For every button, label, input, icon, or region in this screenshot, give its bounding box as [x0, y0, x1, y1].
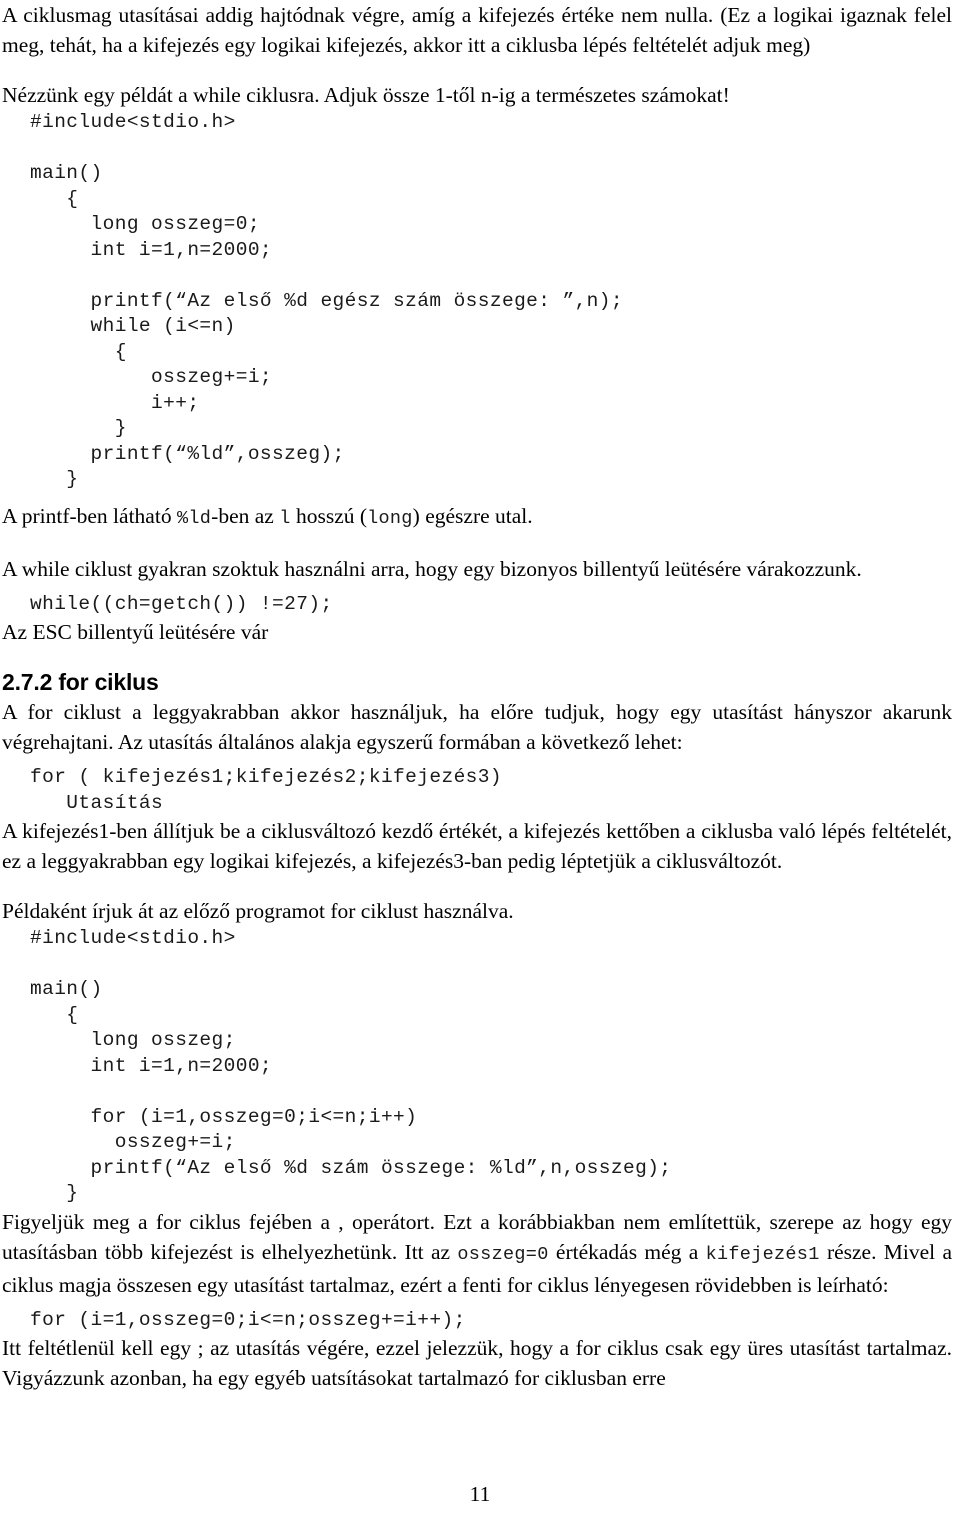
- document-page: A ciklusmag utasításai addig hajtódnak v…: [0, 0, 960, 1530]
- intro-paragraph: A ciklusmag utasításai addig hajtódnak v…: [2, 3, 952, 57]
- code-block-for-general-form: for ( kifejezés1;kifejezés2;kifejezés3) …: [30, 766, 502, 814]
- printf-note-text-4: ) egészre utal.: [412, 503, 533, 528]
- printf-note-text-3: hosszú (: [290, 503, 368, 528]
- code-block-for-short-form: for (i=1,osszeg=0;i<=n;osszeg+=i++);: [30, 1308, 466, 1331]
- code-block-while-example: #include<stdio.h> main() { long osszeg=0…: [30, 111, 623, 490]
- printf-note-text-2: -ben az: [211, 503, 280, 528]
- section-heading-272: 2.7.2 for ciklus: [2, 669, 159, 695]
- inline-code-long-type: long: [367, 507, 413, 529]
- printf-note-text-1: A printf-ben látható: [2, 503, 177, 528]
- inline-code-ld-format: %ld: [176, 507, 212, 529]
- for-explanation-paragraph: A kifejezés1-ben állítjuk be a ciklusvál…: [2, 819, 952, 873]
- comma-operator-text-2: értékadás még a: [548, 1239, 706, 1264]
- comma-operator-paragraph: Figyeljük meg a for ciklus fejében a , o…: [2, 1207, 952, 1300]
- printf-note-paragraph: A printf-ben látható %ld-ben az l hosszú…: [2, 501, 952, 534]
- code-block-getch-while: while((ch=getch()) !=27);: [30, 592, 333, 615]
- inline-code-kifejezes1: kifejezés1: [705, 1243, 820, 1265]
- for-intro-paragraph: A for ciklust a leggyakrabban akkor hasz…: [2, 700, 952, 754]
- example-lead-paragraph: Nézzünk egy példát a while ciklusra. Adj…: [2, 83, 730, 107]
- rewrite-lead-paragraph: Példaként írjuk át az előző programot fo…: [2, 899, 514, 923]
- inline-code-osszeg-assign: osszeg=0: [457, 1243, 549, 1265]
- closing-paragraph: Itt feltétlenül kell egy ; az utasítás v…: [2, 1336, 952, 1390]
- esc-note-paragraph: Az ESC billentyű leütésére vár: [2, 620, 269, 644]
- while-usage-paragraph: A while ciklust gyakran szoktuk használn…: [2, 556, 862, 581]
- code-block-for-program: #include<stdio.h> main() { long osszeg; …: [30, 927, 672, 1204]
- inline-code-l-letter: l: [279, 507, 291, 529]
- page-number: 11: [469, 1482, 491, 1506]
